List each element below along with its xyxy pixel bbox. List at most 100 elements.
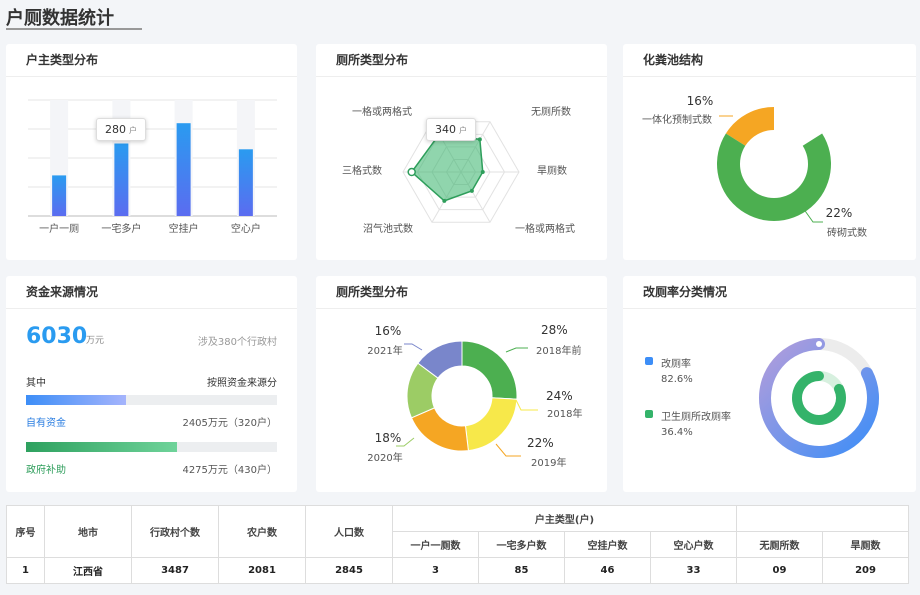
bar-chart: 一户一厕 一宅多户 空挂户 空心户	[28, 99, 277, 235]
cell-city: 江西省	[44, 557, 132, 584]
cell-villages: 3487	[131, 557, 219, 584]
bar	[52, 175, 67, 216]
slice-name-label: 2020年	[367, 451, 402, 464]
tooltip-unit: 户	[459, 126, 467, 135]
x-tick-label: 空心户	[231, 222, 261, 235]
page-title: 户厕数据统计	[6, 8, 114, 29]
bar	[238, 149, 253, 216]
slice-name-label: 2018年	[547, 407, 582, 420]
cell-population: 2845	[305, 557, 393, 584]
radar-label: 旱厕数	[537, 164, 567, 177]
cell-index: 1	[6, 557, 45, 584]
cell-extra-2: 209	[822, 557, 909, 584]
card-funding: 资金来源情况 6030 万元 涉及380个行政村 其中 按照资金来源分 自有资金…	[6, 276, 297, 492]
slice-percent-label: 16%	[375, 324, 402, 338]
radar-tooltip: 340 户	[426, 118, 476, 141]
tooltip-unit: 户	[129, 126, 137, 135]
funding-amount-own: 2405万元（320户）	[182, 418, 277, 429]
slice-name-label: 2021年	[367, 344, 402, 357]
card-owner-type: 户主类型分布 一户一厕 一宅多户 空挂户 空心户 280 户	[6, 44, 297, 260]
slice-percent-label: 28%	[541, 323, 568, 337]
th-sub-2: 一宅多户数	[478, 531, 565, 558]
th-owner-type-group: 户主类型(户)	[392, 505, 737, 532]
radar-label: 沼气池式数	[363, 222, 413, 235]
th-villages: 行政村个数	[131, 505, 219, 558]
leader-line	[495, 443, 521, 457]
radar-chart: 无厕所数旱厕数一格或两格式沼气池式数三格式数一格或两格式	[342, 105, 575, 235]
funding-bar-gov	[26, 442, 277, 452]
x-tick-label: 一宅多户	[101, 222, 141, 235]
ring-marker	[816, 341, 822, 347]
th-population: 人口数	[305, 505, 393, 558]
funding-amount-gov: 4275万元（430户）	[182, 465, 277, 476]
leader-line	[505, 347, 528, 353]
card-toilet-type-donut: 厕所类型分布 28% 2018年前 24% 2018年 22% 2019年 18% 2020年…	[316, 276, 607, 492]
radar-point	[442, 198, 447, 203]
x-tick-label: 空挂户	[169, 222, 199, 235]
bar	[114, 143, 129, 216]
tooltip-value: 280	[105, 123, 126, 136]
radar-label: 一格或两格式	[515, 222, 575, 235]
slice-name-label: 2019年	[531, 456, 566, 469]
funding-label-own: 自有资金	[26, 418, 66, 429]
th-sub-3: 空挂户数	[564, 531, 651, 558]
x-tick-label: 一户一厕	[39, 222, 79, 235]
year-donut-chart: 28% 2018年前 24% 2018年 22% 2019年 18% 2020年 16% 2021…	[367, 323, 582, 469]
table-row[interactable]: 1 江西省 3487 2081 2845 3 85 46 33 09 209	[6, 557, 909, 584]
title-underline	[6, 28, 142, 30]
card-renovation-rate: 改厕率分类情况 改厕率 82.6% 卫生厕所改厕率 36.4%	[623, 276, 916, 492]
slice-name-label: 2018年前	[536, 344, 581, 357]
slice-percent-label: 16%	[687, 94, 714, 108]
donut-slice	[461, 340, 518, 400]
slice-percent-label: 24%	[546, 389, 573, 403]
tooltip-value: 340	[435, 123, 456, 136]
donut-slice	[717, 133, 831, 221]
radar-point	[477, 137, 482, 142]
breakdown-right: 按照资金来源分	[207, 378, 277, 389]
funding-label-gov: 政府补助	[26, 465, 66, 476]
cell-sub-1: 3	[392, 557, 479, 584]
radar-label: 无厕所数	[531, 105, 571, 118]
radar-label: 三格式数	[342, 164, 382, 177]
funding-bar-own-fill	[26, 395, 127, 405]
cell-extra-1: 09	[736, 557, 823, 584]
slice-percent-label: 18%	[375, 431, 402, 445]
renovation-ring-chart	[759, 338, 879, 458]
funding-note: 涉及380个行政村	[197, 337, 277, 348]
bar	[176, 123, 191, 216]
funding-bar-gov-fill	[26, 442, 177, 452]
th-extra-2: 旱厕数	[822, 531, 909, 558]
donut-slice	[464, 397, 518, 452]
data-table: 序号 地市 行政村个数 农户数 人口数 户主类型(户) 一户一厕数 一宅多户数 …	[6, 505, 909, 584]
th-households: 农户数	[218, 505, 306, 558]
funding-bar-own	[26, 395, 277, 405]
card-septic-tank: 化粪池结构 16% 一体化预制式数 22% 砖砌式数	[623, 44, 916, 260]
radar-point-highlight	[407, 167, 416, 177]
bar-tooltip: 280 户	[96, 118, 146, 141]
cell-sub-3: 46	[564, 557, 651, 584]
th-extra-group	[736, 505, 909, 532]
radar-label: 一格或两格式	[352, 105, 412, 118]
th-index: 序号	[6, 505, 45, 558]
cell-sub-2: 85	[478, 557, 565, 584]
th-city: 地市	[44, 505, 132, 558]
funding-total: 6030	[26, 324, 88, 349]
radar-point	[480, 170, 485, 174]
leader-line	[515, 399, 538, 411]
radar-point	[469, 188, 474, 193]
breakdown-label: 其中	[26, 378, 46, 389]
septic-donut-chart: 16% 一体化预制式数 22% 砖砌式数	[642, 94, 867, 239]
slice-name-label: 一体化预制式数	[642, 113, 712, 126]
slice-name-label: 砖砌式数	[827, 226, 867, 239]
leader-line	[404, 343, 423, 351]
th-sub-1: 一户一厕数	[392, 531, 479, 558]
card-title: 资金来源情况	[6, 276, 297, 309]
slice-percent-label: 22%	[527, 436, 554, 450]
card-toilet-type-radar: 厕所类型分布 无厕所数 旱厕数 一格或两格式 沼气池式数 三格式数 一格或两格式 340 户	[316, 44, 607, 260]
slice-percent-label: 22%	[826, 206, 853, 220]
funding-total-unit: 万元	[86, 336, 105, 346]
th-sub-4: 空心户数	[650, 531, 737, 558]
cell-sub-4: 33	[650, 557, 737, 584]
cell-households: 2081	[218, 557, 306, 584]
th-extra-1: 无厕所数	[736, 531, 823, 558]
